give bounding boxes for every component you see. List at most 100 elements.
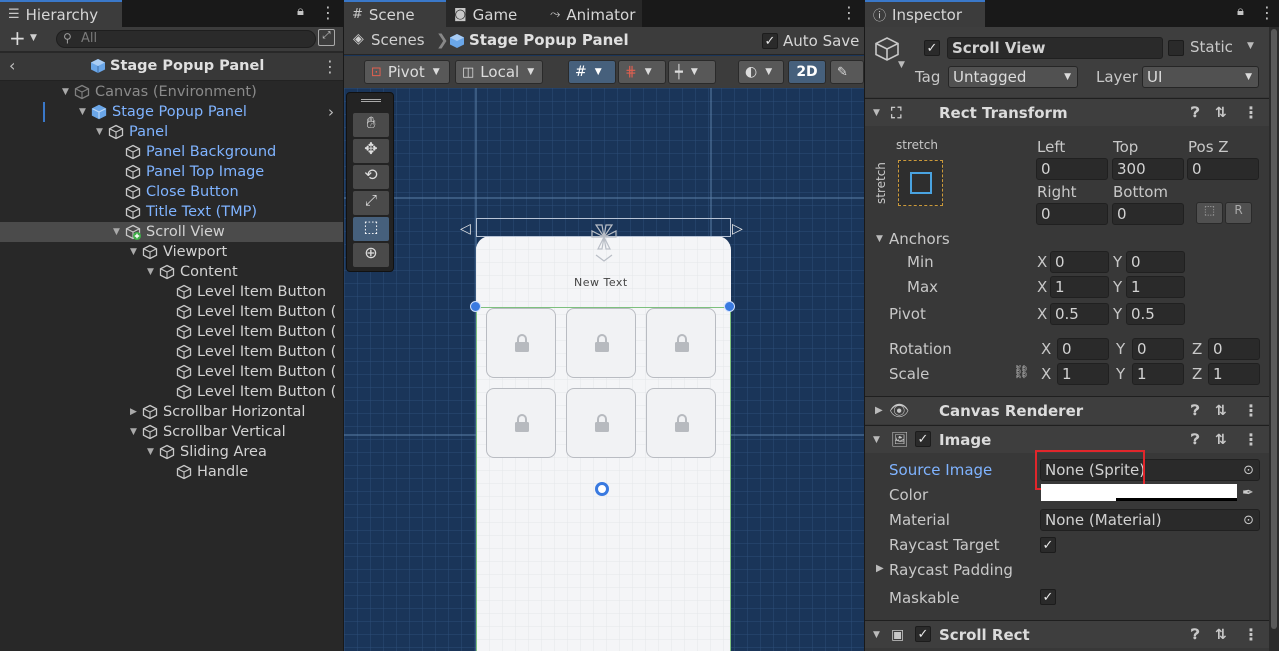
- bottom-field[interactable]: 0: [1112, 203, 1184, 225]
- hierarchy-row[interactable]: Handle: [0, 462, 343, 482]
- level-item-button[interactable]: [646, 308, 716, 378]
- lock-icon[interactable]: 🔒︎: [297, 4, 304, 19]
- expand-down-icon[interactable]: ▼: [62, 87, 74, 97]
- hierarchy-row[interactable]: ▼ Stage Popup Panel: [0, 102, 343, 122]
- rect-transform-header[interactable]: ▼ ⛶ Rect Transform ❓︎ ⇅ ⋮: [865, 98, 1279, 126]
- tab-inspector[interactable]: ⓘ Inspector: [865, 0, 985, 27]
- hierarchy-row[interactable]: ▼ Panel: [0, 122, 343, 142]
- object-picker-icon[interactable]: ⊙: [1243, 513, 1254, 528]
- anchor-min-y-field[interactable]: 0: [1126, 251, 1185, 273]
- expand-down-icon[interactable]: ▼: [113, 227, 125, 237]
- breadcrumb-current[interactable]: Stage Popup Panel: [469, 31, 629, 49]
- help-icon[interactable]: ❓︎: [1191, 432, 1199, 448]
- drag-handle[interactable]: [361, 99, 381, 102]
- hierarchy-row[interactable]: Panel Background: [0, 142, 343, 162]
- level-item-button[interactable]: [646, 388, 716, 458]
- pivot-y-field[interactable]: 0.5: [1126, 303, 1185, 325]
- mode-2d-button[interactable]: 2D: [788, 60, 826, 84]
- expand-down-icon[interactable]: ▼: [130, 247, 142, 257]
- scale-tool-icon[interactable]: ⤢: [353, 191, 389, 215]
- active-checkbox[interactable]: ✓: [924, 40, 940, 56]
- posz-field[interactable]: 0: [1187, 158, 1259, 180]
- help-icon[interactable]: ❓︎: [1191, 403, 1199, 419]
- left-field[interactable]: 0: [1036, 158, 1108, 180]
- hand-tool-icon[interactable]: ✋︎: [353, 113, 389, 137]
- top-field[interactable]: 300: [1112, 158, 1184, 180]
- lighting-button[interactable]: ✎: [830, 60, 864, 84]
- lock-icon[interactable]: 🔒︎: [1237, 4, 1244, 19]
- rect-tool-icon[interactable]: ⬚: [353, 217, 389, 241]
- raw-edit-button[interactable]: R: [1225, 202, 1252, 224]
- hierarchy-row[interactable]: Level Item Button (: [0, 362, 343, 382]
- object-name-field[interactable]: Scroll View: [947, 37, 1163, 59]
- hierarchy-row[interactable]: Level Item Button (: [0, 302, 343, 322]
- image-enabled-checkbox[interactable]: ✓: [915, 431, 931, 447]
- component-menu-icon[interactable]: ⋮: [1243, 103, 1259, 122]
- scrollbar-thumb[interactable]: [1271, 29, 1277, 629]
- preset-icon[interactable]: ⇅: [1215, 627, 1227, 643]
- help-icon[interactable]: ❓︎: [1191, 627, 1199, 643]
- scene-search-icon[interactable]: ⤢: [318, 29, 335, 46]
- hierarchy-row[interactable]: ▼ Content: [0, 262, 343, 282]
- hierarchy-row[interactable]: ▼ Scroll View: [0, 222, 343, 242]
- preset-icon[interactable]: ⇅: [1215, 432, 1227, 448]
- title-text-preview[interactable]: New Text: [574, 276, 628, 289]
- constrain-proportions-icon[interactable]: ⛓: [1013, 365, 1030, 380]
- level-item-button[interactable]: [566, 388, 636, 458]
- move-tool-icon[interactable]: ✥: [353, 139, 389, 163]
- scene-menu-icon[interactable]: ⋮: [841, 3, 857, 22]
- material-field[interactable]: None (Material) ⊙: [1040, 509, 1260, 531]
- ruler-button[interactable]: ┿ ▼: [668, 60, 716, 84]
- shading-button[interactable]: ◐ ▼: [738, 60, 784, 84]
- anchor-handle-right-icon[interactable]: ▷: [732, 221, 743, 237]
- expand-down-icon[interactable]: ▼: [147, 447, 159, 457]
- component-menu-icon[interactable]: ⋮: [1243, 401, 1259, 420]
- pivot-x-field[interactable]: 0.5: [1050, 303, 1109, 325]
- chevron-down-icon[interactable]: ▼: [898, 60, 905, 70]
- local-dropdown[interactable]: ◫ Local ▼: [455, 60, 543, 84]
- chevron-right-icon[interactable]: ▶: [876, 563, 884, 574]
- search-input[interactable]: ⚲ All: [56, 30, 316, 48]
- anchor-presets-button[interactable]: [898, 160, 943, 206]
- rotate-tool-icon[interactable]: ⟲: [353, 165, 389, 189]
- increment-snap-button[interactable]: ⋕ ▼: [618, 60, 666, 84]
- grid-snap-button[interactable]: # ▼: [568, 60, 616, 84]
- maskable-checkbox[interactable]: ✓: [1040, 589, 1056, 605]
- preset-icon[interactable]: ⇅: [1215, 105, 1227, 121]
- back-arrow-icon[interactable]: ‹: [9, 56, 15, 75]
- transform-tool-icon[interactable]: ⊕: [353, 243, 389, 267]
- right-field[interactable]: 0: [1036, 203, 1108, 225]
- expand-down-icon[interactable]: ▼: [79, 107, 91, 117]
- anchor-handle-left-icon[interactable]: ◁: [460, 221, 471, 237]
- expand-down-icon[interactable]: ▼: [147, 267, 159, 277]
- chevron-down-icon[interactable]: ▼: [1247, 41, 1254, 51]
- level-item-button[interactable]: [566, 308, 636, 378]
- chevron-down-icon[interactable]: ▼: [876, 234, 883, 244]
- canvas-renderer-header[interactable]: ▶ 👁︎ Canvas Renderer ❓︎ ⇅ ⋮: [865, 396, 1279, 424]
- anchor-max-x-field[interactable]: 1: [1050, 276, 1109, 298]
- scale-z-field[interactable]: 1: [1208, 363, 1260, 385]
- anchor-max-y-field[interactable]: 1: [1126, 276, 1185, 298]
- object-picker-icon[interactable]: ⊙: [1243, 463, 1254, 478]
- layer-dropdown[interactable]: UI ▼: [1142, 66, 1259, 88]
- hierarchy-row[interactable]: Level Item Button (: [0, 342, 343, 362]
- color-swatch[interactable]: [1041, 484, 1237, 501]
- help-icon[interactable]: ❓︎: [1191, 105, 1199, 121]
- hierarchy-row[interactable]: ▼ Scrollbar Vertical: [0, 422, 343, 442]
- anchor-min-x-field[interactable]: 0: [1050, 251, 1109, 273]
- component-menu-icon[interactable]: ⋮: [1243, 625, 1259, 644]
- pivot-dropdown[interactable]: ⊡ Pivot ▼: [364, 60, 450, 84]
- add-button[interactable]: +: [9, 26, 26, 50]
- scale-x-field[interactable]: 1: [1057, 363, 1109, 385]
- rotation-z-field[interactable]: 0: [1208, 338, 1260, 360]
- anchor-flower-icon[interactable]: [588, 221, 620, 265]
- auto-save-checkbox[interactable]: ✓: [762, 33, 778, 49]
- hierarchy-row[interactable]: Level Item Button: [0, 282, 343, 302]
- breadcrumb-scenes[interactable]: Scenes: [371, 31, 425, 49]
- hierarchy-row[interactable]: Close Button: [0, 182, 343, 202]
- eyedropper-icon[interactable]: ✒: [1242, 485, 1254, 501]
- hierarchy-row[interactable]: ▼ Canvas (Environment): [0, 82, 343, 102]
- breadcrumb-menu-icon[interactable]: ⋮: [322, 57, 338, 76]
- scroll-rect-header[interactable]: ▼ ▣ ✓ Scroll Rect ❓︎ ⇅ ⋮: [865, 620, 1279, 648]
- hierarchy-row[interactable]: ▼ Sliding Area: [0, 442, 343, 462]
